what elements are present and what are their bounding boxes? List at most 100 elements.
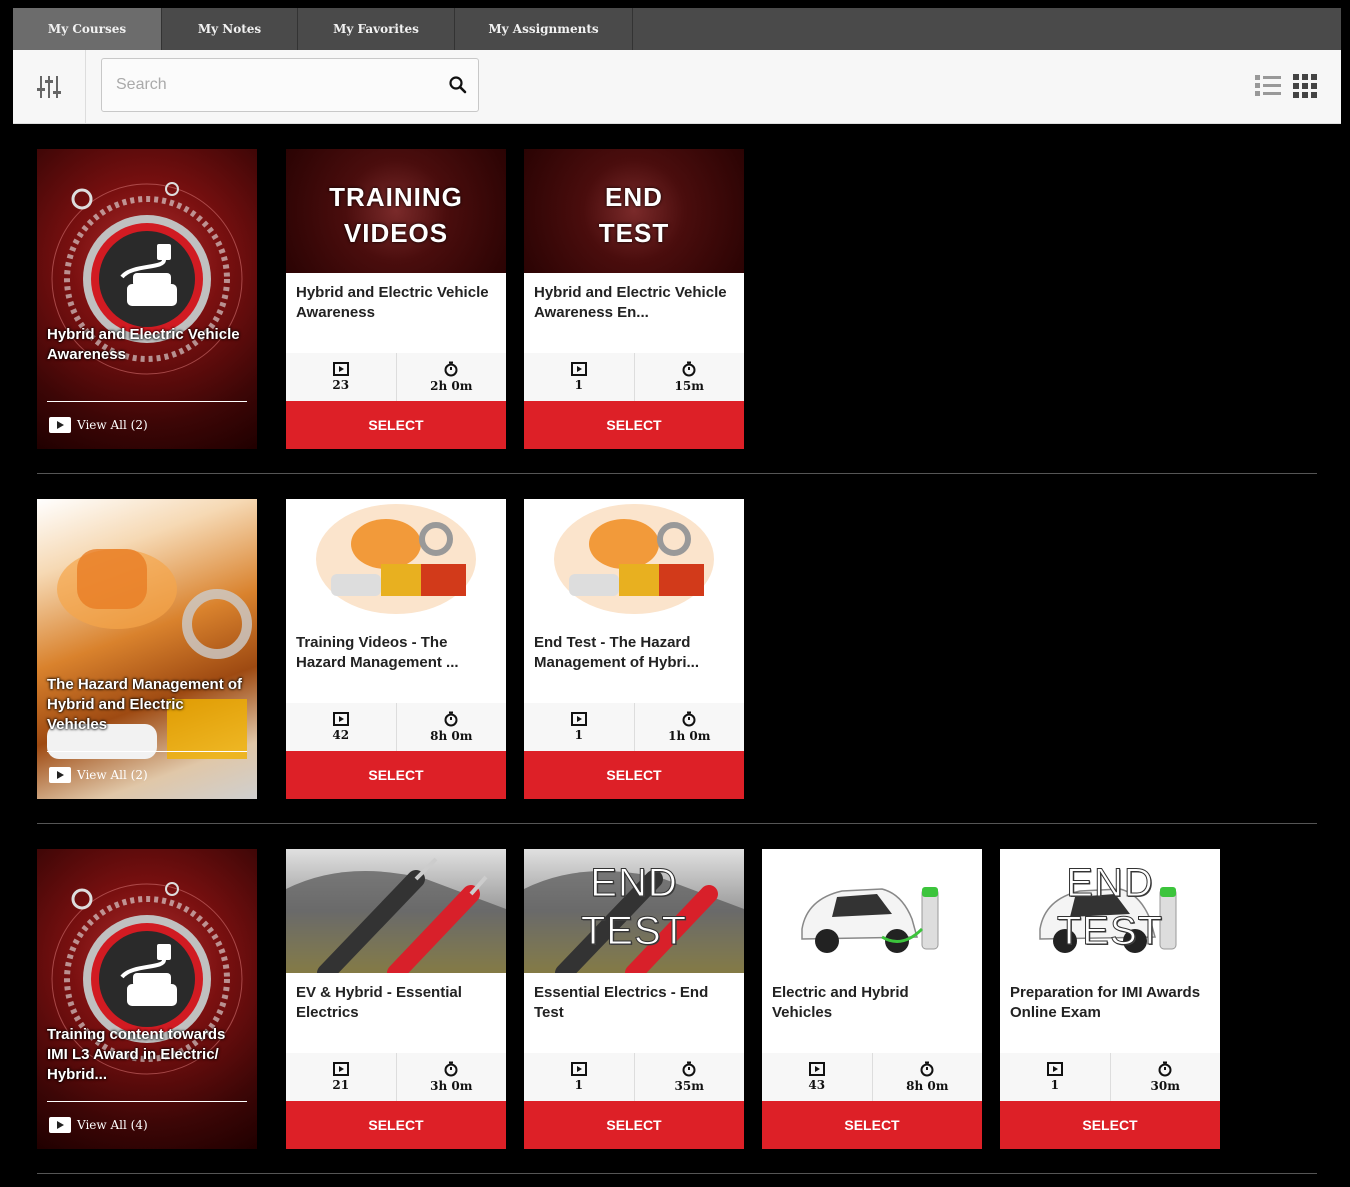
course-row: The Hazard Management of Hybrid and Elec…	[37, 499, 1317, 799]
course-duration: 8h 0m	[397, 703, 507, 751]
course-title: Hybrid and Electric Vehicle Awareness	[296, 284, 489, 321]
video-icon	[332, 1062, 349, 1076]
select-button[interactable]: SELECT	[1000, 1101, 1220, 1149]
course-title: Hybrid and Electric Vehicle Awareness En…	[534, 284, 727, 321]
video-count: 1	[1000, 1053, 1111, 1101]
course-card[interactable]: End Test - The Hazard Management of Hybr…	[524, 499, 744, 799]
video-count: 42	[286, 703, 397, 751]
tab-my-assignments[interactable]: My Assignments	[455, 8, 633, 50]
stopwatch-icon	[444, 361, 458, 377]
category-tile[interactable]: Hybrid and Electric Vehicle Awareness Vi…	[37, 149, 257, 449]
category-title: Training content towards IMI L3 Award in…	[47, 1026, 226, 1083]
course-card[interactable]: END TEST Hybrid and Electric Vehicle Awa…	[524, 149, 744, 449]
course-card[interactable]: END TEST Preparation for IMI Awards Onli…	[1000, 849, 1220, 1149]
divider	[47, 751, 247, 752]
course-thumbnail	[286, 849, 506, 973]
view-all-label: View All (4)	[77, 1118, 148, 1132]
course-duration: 8h 0m	[873, 1053, 983, 1101]
course-duration: 2h 0m	[397, 353, 507, 401]
category-tile[interactable]: Training content towards IMI L3 Award in…	[37, 849, 257, 1149]
select-button[interactable]: SELECT	[762, 1101, 982, 1149]
stopwatch-icon	[682, 361, 696, 377]
course-stats: 23 2h 0m	[286, 353, 506, 401]
video-count: 21	[286, 1053, 397, 1101]
thumbnail-caption: END TEST	[1056, 861, 1164, 954]
video-count: 1	[524, 1053, 635, 1101]
course-card[interactable]: EV & Hybrid - Essential Electrics 21 3h …	[286, 849, 506, 1149]
select-button[interactable]: SELECT	[524, 1101, 744, 1149]
video-icon	[570, 1062, 587, 1076]
grid-view-icon[interactable]	[1293, 74, 1317, 98]
course-thumbnail	[524, 499, 744, 623]
video-icon	[332, 362, 349, 376]
course-stats: 43 8h 0m	[762, 1053, 982, 1101]
view-all-link[interactable]: View All (4)	[49, 1117, 148, 1133]
toolbar	[13, 50, 1341, 124]
row-divider	[37, 473, 1317, 474]
course-card[interactable]: END TEST Essential Electrics - End Test …	[524, 849, 744, 1149]
search-icon[interactable]	[448, 75, 468, 95]
multimeter-probes-image	[286, 857, 506, 973]
course-title: EV & Hybrid - Essential Electrics	[296, 984, 462, 1021]
stopwatch-icon	[444, 711, 458, 727]
course-stats: 1 35m	[524, 1053, 744, 1101]
tab-bar: My Courses My Notes My Favorites My Assi…	[13, 8, 1341, 50]
course-card[interactable]: TRAINING VIDEOS Hybrid and Electric Vehi…	[286, 149, 506, 449]
course-row: Training content towards IMI L3 Award in…	[37, 849, 1317, 1149]
course-card[interactable]: Training Videos - The Hazard Management …	[286, 499, 506, 799]
course-thumbnail: TRAINING VIDEOS	[286, 149, 506, 273]
course-title: End Test - The Hazard Management of Hybr…	[534, 634, 700, 671]
list-view-icon[interactable]	[1255, 74, 1281, 98]
tab-my-notes[interactable]: My Notes	[162, 8, 298, 50]
view-all-link[interactable]: View All (2)	[49, 417, 148, 433]
category-tile[interactable]: The Hazard Management of Hybrid and Elec…	[37, 499, 257, 799]
select-button[interactable]: SELECT	[524, 401, 744, 449]
thumbnail-caption: END TEST	[598, 182, 670, 248]
row-divider	[37, 823, 1317, 824]
select-button[interactable]: SELECT	[286, 1101, 506, 1149]
stopwatch-icon	[682, 1061, 696, 1077]
video-icon	[808, 1062, 825, 1076]
search-input[interactable]	[102, 59, 450, 111]
video-icon	[570, 712, 587, 726]
view-all-link[interactable]: View All (2)	[49, 767, 148, 783]
course-stats: 1 30m	[1000, 1053, 1220, 1101]
video-icon	[1046, 1062, 1063, 1076]
tab-my-courses[interactable]: My Courses	[13, 8, 162, 50]
select-button[interactable]: SELECT	[286, 751, 506, 799]
video-count: 1	[524, 353, 635, 401]
thumbnail-caption: END TEST	[580, 861, 688, 954]
course-stats: 42 8h 0m	[286, 703, 506, 751]
video-count: 23	[286, 353, 397, 401]
course-title: Preparation for IMI Awards Online Exam	[1010, 984, 1201, 1021]
stopwatch-icon	[920, 1061, 934, 1077]
view-all-label: View All (2)	[77, 768, 148, 782]
course-row: Hybrid and Electric Vehicle Awareness Vi…	[37, 149, 1317, 449]
play-folder-icon	[49, 417, 71, 433]
tab-my-favorites[interactable]: My Favorites	[298, 8, 455, 50]
divider	[47, 1101, 247, 1102]
course-stats: 21 3h 0m	[286, 1053, 506, 1101]
stopwatch-icon	[444, 1061, 458, 1077]
course-title: Electric and Hybrid Vehicles	[772, 984, 909, 1021]
filter-button[interactable]	[13, 50, 86, 123]
category-title: Hybrid and Electric Vehicle Awareness	[47, 326, 240, 363]
course-duration: 3h 0m	[397, 1053, 507, 1101]
category-title: The Hazard Management of Hybrid and Elec…	[47, 676, 243, 733]
emergency-vehicles-image	[316, 504, 476, 614]
view-all-label: View All (2)	[77, 418, 148, 432]
stopwatch-icon	[1158, 1061, 1172, 1077]
emergency-vehicles-image	[554, 504, 714, 614]
video-icon	[332, 712, 349, 726]
course-title: Essential Electrics - End Test	[534, 984, 709, 1021]
select-button[interactable]: SELECT	[286, 401, 506, 449]
row-divider	[37, 1173, 1317, 1174]
course-duration: 30m	[1111, 1053, 1221, 1101]
course-card[interactable]: Electric and Hybrid Vehicles 43 8h 0m SE…	[762, 849, 982, 1149]
emergency-vehicles-image	[47, 549, 252, 759]
course-thumbnail: END TEST	[524, 849, 744, 973]
course-stats: 1 15m	[524, 353, 744, 401]
course-thumbnail	[286, 499, 506, 623]
select-button[interactable]: SELECT	[524, 751, 744, 799]
course-duration: 1h 0m	[635, 703, 745, 751]
